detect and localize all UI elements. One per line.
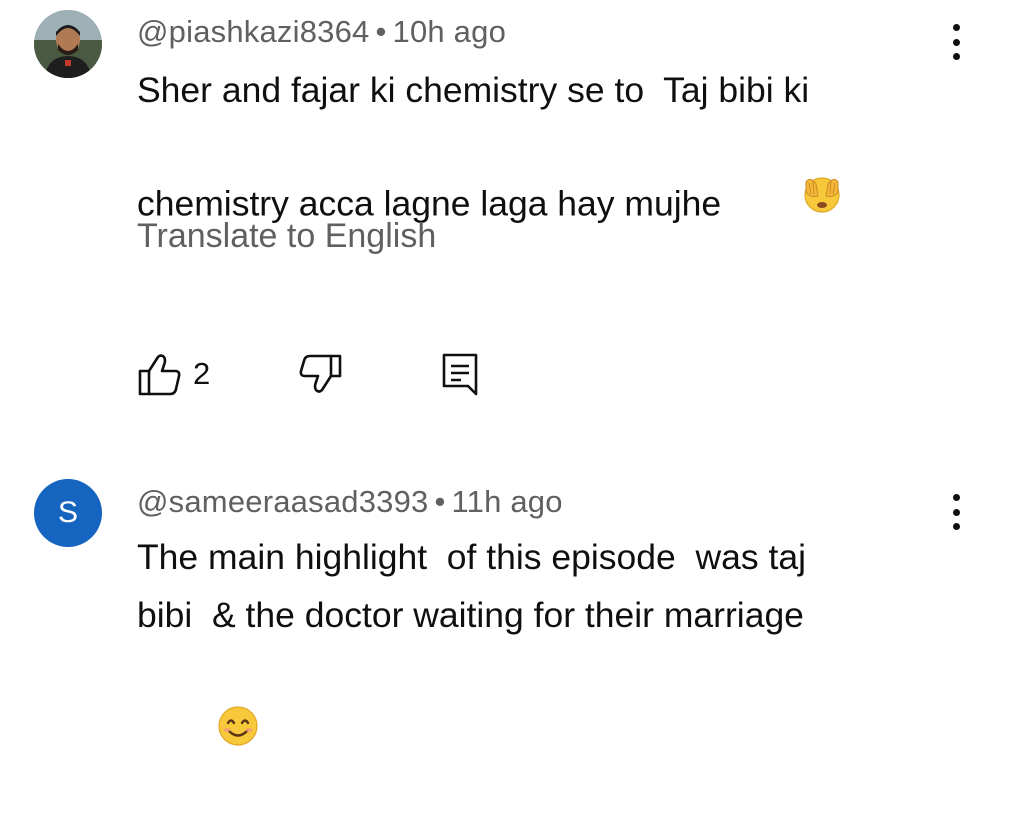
like-button[interactable] xyxy=(137,352,183,403)
avatar-photo-icon xyxy=(34,10,102,78)
more-vertical-icon xyxy=(952,494,960,501)
comment-text-line: chemistry acca lagne laga hay mujhe xyxy=(137,119,937,293)
avatar[interactable] xyxy=(34,10,102,78)
meta-separator: • xyxy=(375,14,387,49)
comment-meta: @sameeraasad3393 • 11h ago xyxy=(137,484,563,520)
comment-text: The main highlight of this episode was t… xyxy=(137,528,937,821)
dislike-button[interactable] xyxy=(297,352,343,403)
translate-link[interactable]: Translate to English xyxy=(137,217,436,256)
reply-button[interactable] xyxy=(440,352,480,403)
comment-actions: 2 xyxy=(137,352,537,398)
thumbs-down-icon xyxy=(299,354,342,393)
avatar-letter: S xyxy=(57,496,78,529)
more-vertical-icon xyxy=(952,24,960,31)
comment-time: 11h ago xyxy=(451,484,563,519)
comment-item: @piashkazi8364 • 10h ago Sher and fajar ki… xyxy=(0,0,1024,460)
author-handle[interactable]: @sameeraasad3393 xyxy=(137,484,428,519)
smiling-face-icon xyxy=(137,646,260,823)
comment-time: 10h ago xyxy=(392,14,507,49)
like-count: 2 xyxy=(193,356,211,391)
comment-text-line: The main highlight of this episode was t… xyxy=(137,537,806,577)
comment-text-line: bibi & the doctor waiting for their marr… xyxy=(137,595,804,635)
comment-text: Sher and fajar ki chemistry se to Taj bi… xyxy=(137,61,937,293)
thumbs-up-icon xyxy=(138,354,181,396)
comment-text-line: Sher and fajar ki chemistry se to Taj bi… xyxy=(137,70,810,110)
reply-comment-icon xyxy=(442,353,478,396)
comment-text-line xyxy=(137,644,937,821)
comment-meta: @piashkazi8364 • 10h ago xyxy=(137,14,506,50)
comment-item: S @sameeraasad3393 • 11h ago The main high… xyxy=(0,460,1024,746)
avatar[interactable]: S xyxy=(34,479,102,547)
author-handle[interactable]: @piashkazi8364 xyxy=(137,14,369,49)
more-options-button[interactable] xyxy=(940,20,972,64)
more-options-button[interactable] xyxy=(940,490,972,534)
meta-separator: • xyxy=(434,484,446,519)
face-with-hands-over-eyes-icon xyxy=(721,115,844,289)
